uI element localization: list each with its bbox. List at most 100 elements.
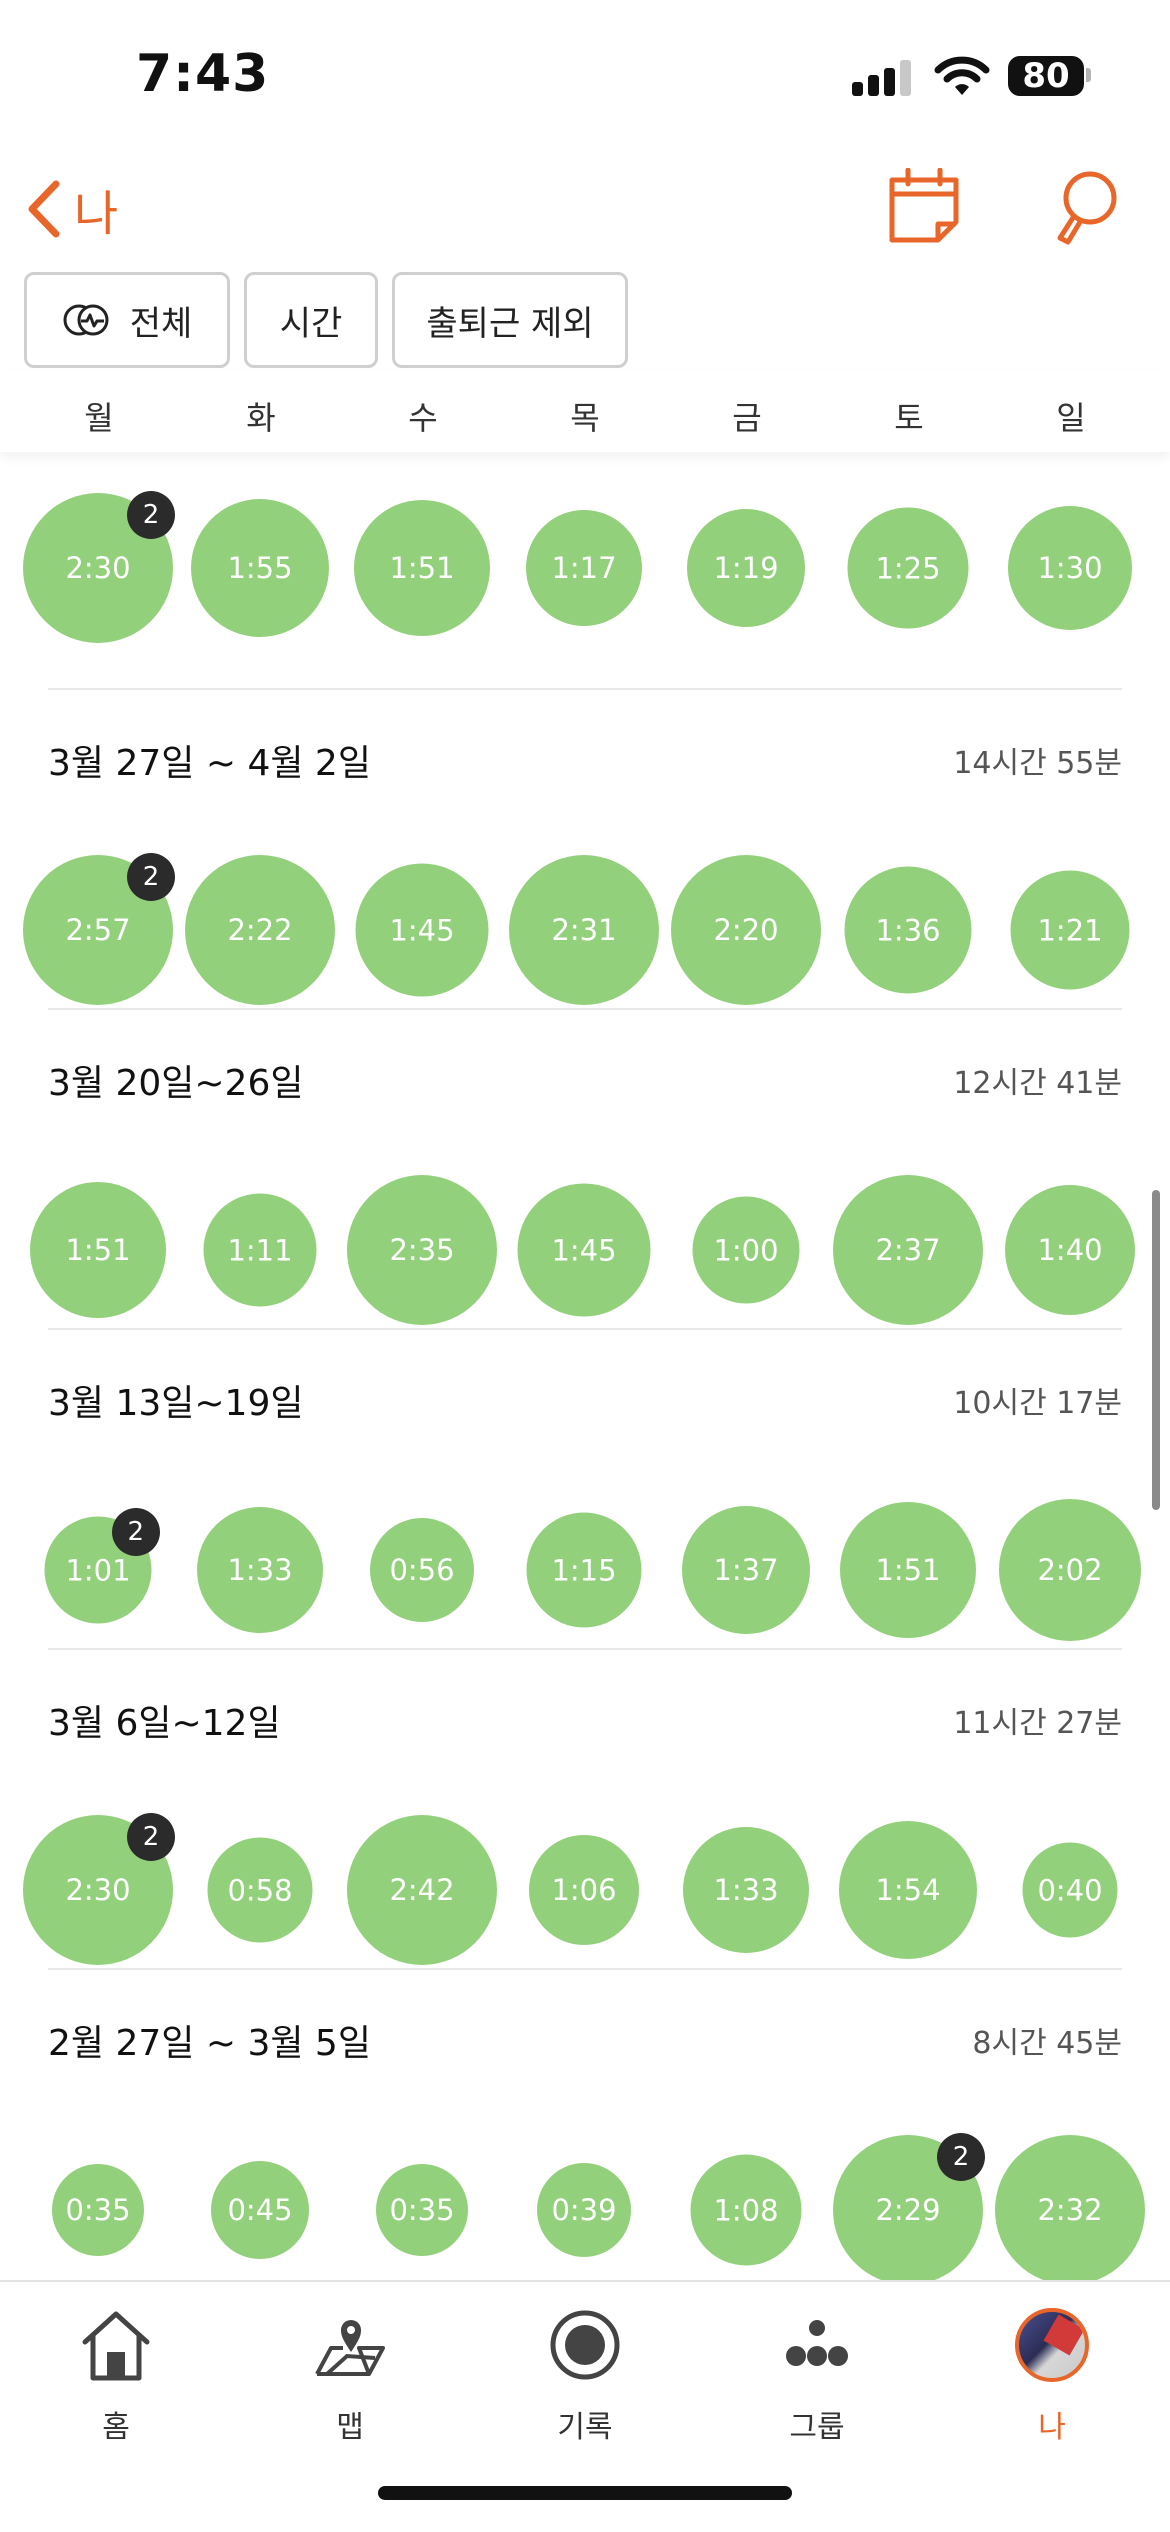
day-duration-bubble[interactable]: 1:06 xyxy=(529,1835,639,1945)
weekday-label: 화 xyxy=(246,399,276,437)
day-duration-bubble[interactable]: 1:40 xyxy=(1005,1185,1135,1315)
day-duration-bubble[interactable]: 0:35 xyxy=(52,2164,144,2256)
header: 나 xyxy=(0,150,1170,270)
day-duration-bubble[interactable]: 1:55 xyxy=(191,499,329,637)
filter-time-label: 시간 xyxy=(279,303,343,344)
day-duration-bubble[interactable]: 2:35 xyxy=(347,1175,497,1325)
day-duration-bubble[interactable]: 2:02 xyxy=(999,1499,1141,1641)
week-section: 3월 13일~19일 10시간 17분 1:01 2 1:33 0:56 1:15 1:3… xyxy=(0,1330,1170,1650)
day-duration-bubble[interactable]: 1:17 xyxy=(526,510,642,626)
tab-label: 나 xyxy=(1038,2410,1066,2445)
day-duration-bubble[interactable]: 1:00 xyxy=(692,1196,800,1304)
weekday-label: 일 xyxy=(1056,399,1086,437)
day-duration-bubble[interactable]: 1:30 xyxy=(1008,506,1132,630)
filter-bar: 전체 시간 출퇴근 제외 xyxy=(24,272,628,368)
activity-count-badge: 2 xyxy=(127,490,176,539)
week-title: 3월 13일~19일 xyxy=(48,1383,304,1424)
day-duration-bubble[interactable]: 1:08 xyxy=(690,2154,802,2266)
tab-home[interactable]: 홈 xyxy=(36,2294,196,2494)
battery-indicator: 80 xyxy=(1008,56,1084,96)
tab-me[interactable]: 나 xyxy=(972,2294,1132,2494)
day-duration-bubble[interactable]: 0:40 xyxy=(1022,1842,1118,1938)
week-title: 3월 6일~12일 xyxy=(48,1703,281,1744)
day-duration-bubble[interactable]: 1:51 xyxy=(30,1182,166,1318)
week-total: 12시간 41분 xyxy=(953,1066,1122,1101)
week-title: 3월 20일~26일 xyxy=(48,1063,304,1104)
week-total: 14시간 55분 xyxy=(953,746,1122,781)
day-duration-bubble[interactable]: 1:11 xyxy=(203,1193,317,1307)
tab-label: 맵 xyxy=(336,2410,364,2445)
back-label: 나 xyxy=(74,186,119,242)
tab-map[interactable]: 맵 xyxy=(270,2294,430,2494)
day-duration-bubble[interactable]: 2:32 xyxy=(995,2135,1145,2285)
tab-label: 그룹 xyxy=(789,2410,845,2445)
day-duration-bubble[interactable]: 1:37 xyxy=(682,1506,810,1634)
week-section: 2:30 2 1:55 1:51 1:17 1:19 1:25 1:30 xyxy=(0,452,1170,690)
day-duration-bubble[interactable]: 1:15 xyxy=(526,1512,642,1628)
day-duration-bubble[interactable]: 1:36 xyxy=(844,866,972,994)
week-total: 10시간 17분 xyxy=(953,1386,1122,1421)
day-duration-bubble[interactable]: 2:37 xyxy=(833,1175,983,1325)
week-section: 2월 27일 ~ 3월 5일 8시간 45분 0:35 0:45 0:35 0:39 1… xyxy=(0,1970,1170,2290)
day-duration-bubble[interactable]: 0:45 xyxy=(211,2161,309,2259)
day-duration-bubble[interactable]: 2:20 xyxy=(671,855,821,1005)
day-duration-bubble[interactable]: 0:58 xyxy=(207,1837,313,1943)
home-indicator xyxy=(378,2486,792,2500)
week-total: 11시간 27분 xyxy=(953,1706,1122,1741)
group-icon xyxy=(772,2300,862,2390)
filter-time-chip[interactable]: 시간 xyxy=(244,272,378,368)
day-duration-bubble[interactable]: 2:22 xyxy=(185,855,335,1005)
day-duration-bubble[interactable]: 1:25 xyxy=(847,507,969,629)
tab-group[interactable]: 그룹 xyxy=(737,2294,897,2494)
day-duration-bubble[interactable]: 0:56 xyxy=(370,1518,474,1622)
scrollbar[interactable] xyxy=(1152,1190,1160,1510)
week-title: 2월 27일 ~ 3월 5일 xyxy=(48,2023,371,2064)
weekday-label: 토 xyxy=(894,399,924,437)
filter-exclude-commute-label: 출퇴근 제외 xyxy=(426,303,594,344)
day-duration-bubble[interactable]: 0:39 xyxy=(537,2163,631,2257)
filter-all-label: 전체 xyxy=(129,303,193,344)
back-button[interactable]: 나 xyxy=(24,174,118,244)
day-duration-bubble[interactable]: 1:54 xyxy=(839,1821,977,1959)
activity-count-badge: 2 xyxy=(111,1508,160,1557)
week-title: 3월 27일 ~ 4월 2일 xyxy=(48,743,371,784)
day-duration-bubble[interactable]: 1:33 xyxy=(683,1827,809,1953)
home-icon xyxy=(71,2300,161,2390)
week-section: 3월 20일~26일 12시간 41분 1:51 1:11 2:35 1:45 1:00… xyxy=(0,1010,1170,1330)
day-duration-bubble[interactable]: 1:45 xyxy=(355,863,489,997)
wifi-icon xyxy=(934,56,990,95)
weekday-header: 월 화 수 목 금 토 일 xyxy=(0,370,1170,452)
tab-label: 홈 xyxy=(102,2410,130,2445)
activity-count-badge: 2 xyxy=(937,2132,986,2181)
day-duration-bubble[interactable]: 1:45 xyxy=(517,1183,651,1317)
activity-type-icon xyxy=(63,304,109,336)
chevron-left-icon xyxy=(28,180,60,238)
status-time: 7:43 xyxy=(136,44,270,104)
weekly-activity-list[interactable]: 2:30 2 1:55 1:51 1:17 1:19 1:25 1:30 3월 27일 ~ 4… xyxy=(0,452,1170,2290)
day-duration-bubble[interactable]: 1:33 xyxy=(197,1507,323,1633)
day-duration-bubble[interactable]: 0:35 xyxy=(376,2164,468,2256)
day-duration-bubble[interactable]: 1:51 xyxy=(354,500,490,636)
weekday-label: 목 xyxy=(570,399,600,437)
search-icon xyxy=(1057,171,1117,245)
tab-record[interactable]: 기록 xyxy=(505,2294,665,2494)
week-section: 3월 6일~12일 11시간 27분 2:30 2 0:58 2:42 1:06 1:33… xyxy=(0,1650,1170,1970)
day-duration-bubble[interactable]: 1:51 xyxy=(840,1502,976,1638)
cellular-signal-icon xyxy=(852,60,916,96)
filter-all-chip[interactable]: 전체 xyxy=(24,272,230,368)
day-duration-bubble[interactable]: 2:42 xyxy=(347,1815,497,1965)
day-duration-bubble[interactable]: 2:31 xyxy=(509,855,659,1005)
activity-count-badge: 2 xyxy=(127,1812,176,1861)
search-button[interactable] xyxy=(1052,168,1118,248)
status-bar: 7:43 80 xyxy=(0,0,1170,150)
avatar xyxy=(1015,2308,1089,2382)
calendar-button[interactable] xyxy=(886,167,962,244)
tab-label: 기록 xyxy=(557,2410,613,2445)
avatar-wrapper xyxy=(1007,2300,1097,2390)
activity-count-badge: 2 xyxy=(127,852,176,901)
filter-exclude-commute-chip[interactable]: 출퇴근 제외 xyxy=(392,272,628,368)
day-duration-bubble[interactable]: 1:21 xyxy=(1010,870,1130,990)
week-section: 3월 27일 ~ 4월 2일 14시간 55분 2:57 2 2:22 1:45 2:3… xyxy=(0,690,1170,1010)
day-duration-bubble[interactable]: 1:19 xyxy=(687,509,805,627)
record-icon xyxy=(540,2300,630,2390)
